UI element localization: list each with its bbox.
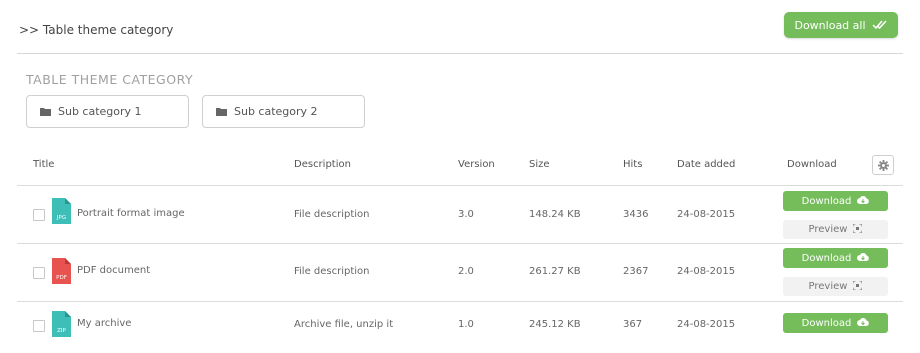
file-description: File description (294, 266, 370, 277)
file-hits: 3436 (623, 209, 649, 220)
header-divider (17, 53, 903, 54)
file-title[interactable]: Portrait format image (77, 208, 185, 219)
table-row: ZIP My archive Archive file, unzip it 1.… (0, 302, 920, 353)
preview-focus-icon (852, 280, 863, 293)
column-settings-button[interactable] (872, 155, 894, 175)
download-button[interactable]: Download (783, 248, 888, 268)
cloud-download-icon (857, 195, 870, 207)
file-title[interactable]: My archive (77, 318, 131, 329)
download-label: Download (801, 252, 852, 264)
file-hits: 367 (623, 319, 643, 330)
download-button[interactable]: Download (783, 313, 888, 333)
gear-icon (877, 156, 889, 175)
preview-label: Preview (808, 224, 848, 235)
pdf-file-icon: PDF (52, 258, 71, 284)
file-ext-label: ZIP (57, 328, 66, 334)
table-row: PDF PDF document File description 2.0 26… (0, 244, 920, 301)
file-version: 1.0 (458, 319, 474, 330)
cloud-download-icon (857, 317, 870, 329)
column-header-title[interactable]: Title (33, 159, 54, 170)
folder-icon (216, 107, 227, 116)
column-header-hits[interactable]: Hits (623, 159, 642, 170)
file-date: 24-08-2015 (677, 266, 736, 277)
download-all-label: Download all (794, 18, 866, 32)
subcategory-card-1[interactable]: Sub category 1 (26, 95, 189, 128)
preview-button[interactable]: Preview (783, 277, 888, 296)
cloud-download-icon (857, 252, 870, 264)
file-ext-label: PDF (56, 275, 67, 281)
file-size: 245.12 KB (529, 319, 581, 330)
preview-focus-icon (852, 223, 863, 236)
download-label: Download (801, 195, 852, 207)
row-checkbox[interactable] (33, 320, 45, 332)
column-header-download: Download (787, 159, 837, 170)
file-date: 24-08-2015 (677, 319, 736, 330)
file-version: 3.0 (458, 209, 474, 220)
row-checkbox[interactable] (33, 209, 45, 221)
category-title: TABLE THEME CATEGORY (26, 72, 194, 87)
file-description: Archive file, unzip it (294, 319, 394, 330)
column-header-size[interactable]: Size (529, 159, 550, 170)
file-description: File description (294, 209, 370, 220)
file-size: 148.24 KB (529, 209, 581, 220)
row-checkbox[interactable] (33, 267, 45, 279)
folder-icon (40, 107, 51, 116)
subcategory-label: Sub category 1 (58, 105, 142, 118)
file-size: 261.27 KB (529, 266, 581, 277)
zip-file-icon: ZIP (52, 311, 71, 337)
column-header-description[interactable]: Description (294, 159, 351, 170)
subcategory-label: Sub category 2 (234, 105, 318, 118)
download-button[interactable]: Download (783, 191, 888, 211)
file-ext-label: JPG (56, 215, 66, 221)
double-check-icon (871, 20, 888, 30)
file-version: 2.0 (458, 266, 474, 277)
file-date: 24-08-2015 (677, 209, 736, 220)
file-hits: 2367 (623, 266, 649, 277)
download-label: Download (801, 317, 852, 329)
column-header-date-added[interactable]: Date added (677, 159, 735, 170)
file-title[interactable]: PDF document (77, 265, 150, 276)
download-all-button[interactable]: Download all (784, 12, 898, 38)
breadcrumb: >> Table theme category (19, 23, 174, 37)
subcategory-card-2[interactable]: Sub category 2 (202, 95, 365, 128)
preview-label: Preview (808, 281, 848, 292)
preview-button[interactable]: Preview (783, 220, 888, 239)
table-row: JPG Portrait format image File descripti… (0, 186, 920, 243)
jpg-file-icon: JPG (52, 198, 71, 224)
column-header-version[interactable]: Version (458, 159, 495, 170)
